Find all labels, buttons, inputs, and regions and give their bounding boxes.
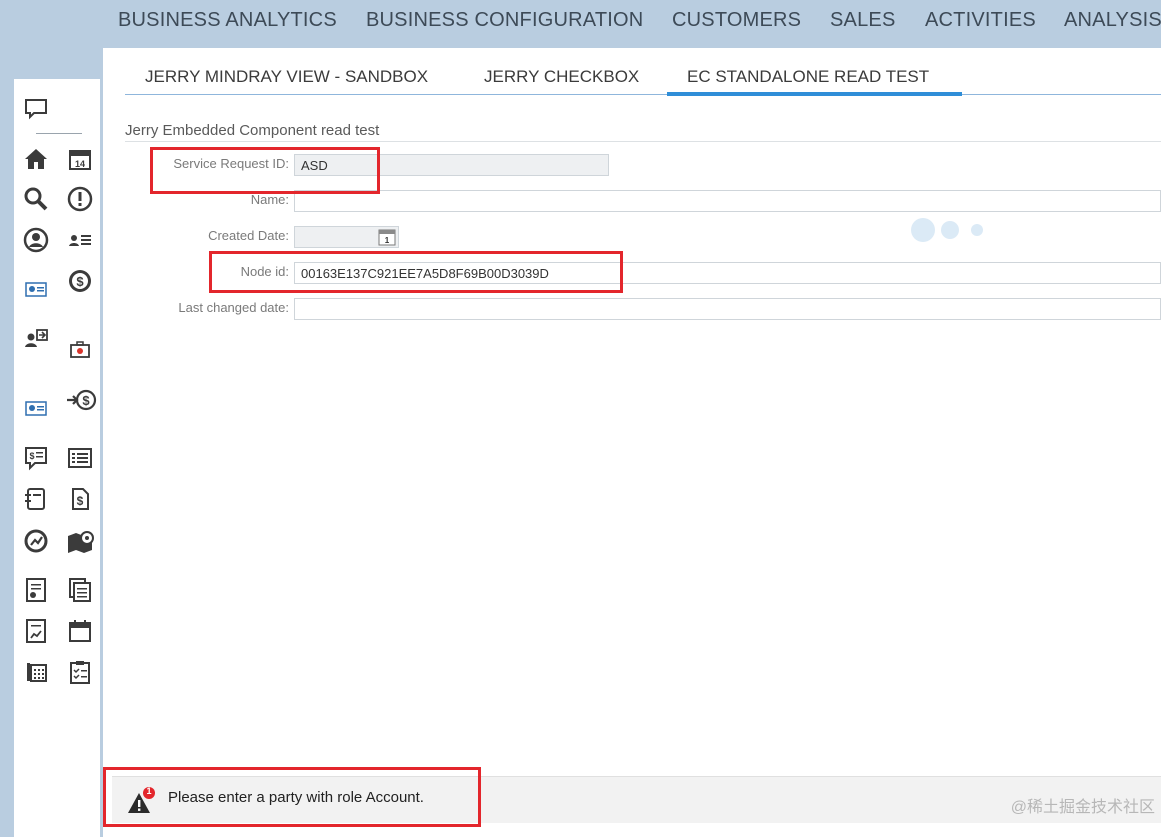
watermark: @稀土掘金技术社区	[1010, 799, 1155, 816]
tab-divider	[125, 94, 1161, 95]
svg-text:$: $	[82, 393, 90, 408]
list-icon[interactable]	[67, 445, 93, 471]
nav-customers[interactable]: CUSTOMERS	[672, 9, 801, 32]
highlight-box-service-request-id	[150, 147, 380, 194]
pages-icon[interactable]	[67, 577, 93, 603]
svg-text:1: 1	[385, 236, 390, 245]
highlight-box-node-id	[209, 251, 623, 293]
contacts-list-icon[interactable]	[67, 227, 93, 253]
sidebar-divider	[36, 133, 82, 134]
name-field[interactable]	[294, 190, 1161, 212]
calendar-plain-icon[interactable]	[67, 618, 93, 644]
id-card-icon-2[interactable]	[23, 395, 49, 421]
svg-text:$: $	[76, 274, 84, 289]
dollar-document-icon[interactable]: $	[67, 486, 93, 512]
svg-text:$: $	[29, 451, 34, 461]
nav-sales[interactable]: SALES	[830, 9, 895, 32]
created-date-label: Created Date:	[208, 228, 289, 243]
briefcase-icon[interactable]	[67, 336, 93, 362]
dollar-icon[interactable]: $	[67, 268, 93, 294]
calendar-icon[interactable]: 14	[67, 146, 93, 172]
last-changed-date-field[interactable]	[294, 298, 1161, 320]
active-tab-indicator	[667, 92, 962, 96]
clipboard-icon[interactable]	[67, 659, 93, 685]
chat-icon[interactable]	[23, 96, 49, 122]
person-transfer-icon[interactable]	[23, 327, 49, 353]
section-title: Jerry Embedded Component read test	[125, 122, 380, 139]
chart-cycle-icon[interactable]	[23, 528, 49, 554]
phone-icon[interactable]	[23, 659, 49, 685]
tab-jerry-mindray-view[interactable]: JERRY MINDRAY VIEW - SANDBOX	[145, 67, 428, 87]
quote-icon[interactable]: $	[23, 445, 49, 471]
nav-activities[interactable]: ACTIVITIES	[925, 9, 1036, 32]
home-icon[interactable]	[23, 146, 49, 172]
name-label: Name:	[250, 192, 289, 207]
person-icon[interactable]	[23, 227, 49, 253]
report-chart-icon[interactable]	[23, 618, 49, 644]
tab-jerry-checkbox[interactable]: JERRY CHECKBOX	[484, 67, 639, 87]
nav-business-analytics[interactable]: BUSINESS ANALYTICS	[118, 9, 337, 32]
svg-text:14: 14	[75, 159, 85, 169]
report-icon[interactable]	[23, 577, 49, 603]
alert-icon[interactable]	[67, 186, 93, 212]
last-changed-date-label: Last changed date:	[178, 300, 289, 315]
nav-analysis[interactable]: ANALYSIS	[1064, 9, 1161, 32]
svg-text:$: $	[77, 494, 84, 508]
transfer-dollar-icon[interactable]: $	[65, 387, 97, 413]
main-content: JERRY MINDRAY VIEW - SANDBOX JERRY CHECK…	[103, 48, 1161, 837]
sidebar: 14 $ $ $ $	[14, 79, 100, 837]
id-card-icon[interactable]	[23, 276, 49, 302]
search-icon[interactable]	[23, 186, 49, 212]
loading-dot	[911, 218, 935, 242]
loading-dot	[941, 221, 959, 239]
section-divider	[125, 141, 1161, 142]
loading-dot	[971, 224, 983, 236]
date-picker-icon[interactable]: 1	[378, 228, 396, 246]
highlight-box-message	[103, 767, 481, 827]
tab-ec-standalone-read-test[interactable]: EC STANDALONE READ TEST	[687, 67, 929, 87]
document-icon[interactable]	[23, 486, 49, 512]
tab-bar: JERRY MINDRAY VIEW - SANDBOX JERRY CHECK…	[103, 48, 1161, 96]
map-pin-icon[interactable]	[67, 528, 95, 556]
top-navigation: BUSINESS ANALYTICS BUSINESS CONFIGURATIO…	[0, 0, 1161, 48]
nav-business-configuration[interactable]: BUSINESS CONFIGURATION	[366, 9, 643, 32]
